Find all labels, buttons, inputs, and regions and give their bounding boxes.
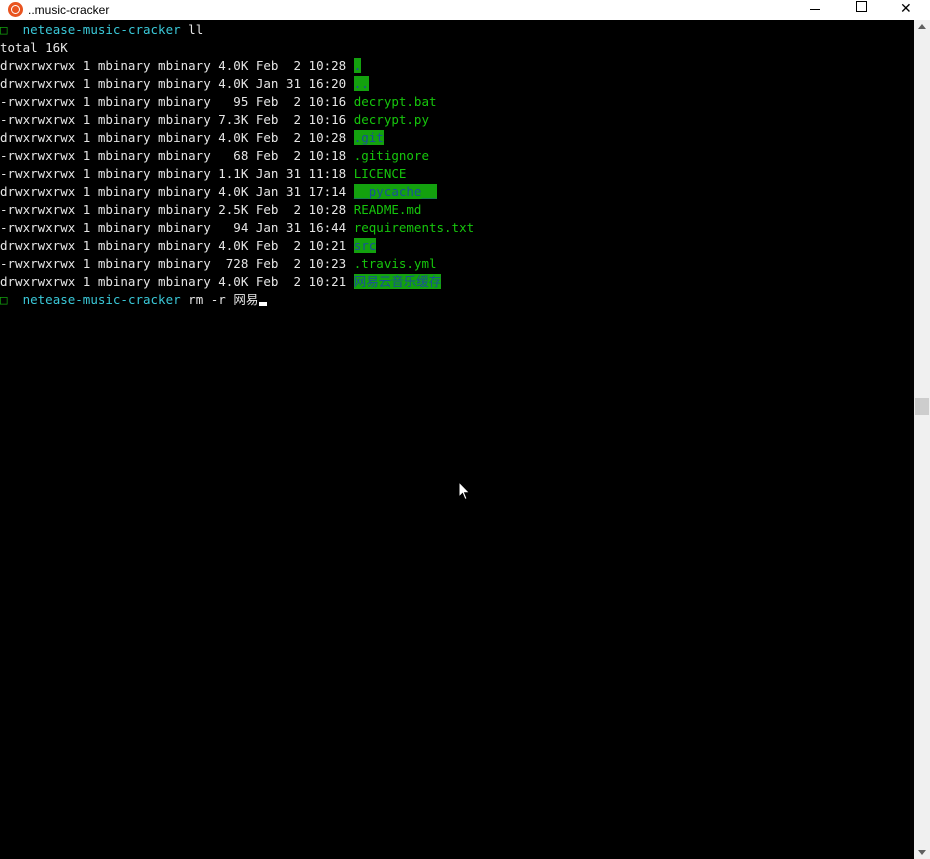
- file-name: requirements.txt: [353, 220, 475, 235]
- list-item: drwxrwxrwx 1 mbinary mbinary 4.0K Jan 31…: [0, 75, 369, 93]
- file-meta: -rwxrwxrwx 1 mbinary mbinary 95 Feb 2 10…: [0, 94, 347, 109]
- scroll-down-icon[interactable]: [918, 850, 926, 855]
- directory-name: .: [353, 58, 362, 73]
- scrollbar-thumb[interactable]: [915, 398, 929, 415]
- minimize-button[interactable]: [792, 0, 838, 20]
- file-name: LICENCE: [353, 166, 407, 181]
- close-icon: ✕: [900, 1, 912, 17]
- directory-name: 网易云音乐缓存: [353, 274, 442, 289]
- prompt-line[interactable]: □ netease-music-cracker rm -r 网易: [0, 291, 268, 309]
- ubuntu-icon[interactable]: [8, 2, 23, 17]
- total-line: total 16K: [0, 40, 68, 55]
- directory-name: __pycache__: [353, 184, 437, 199]
- list-item: drwxrwxrwx 1 mbinary mbinary 4.0K Feb 2 …: [0, 237, 377, 255]
- file-meta: drwxrwxrwx 1 mbinary mbinary 4.0K Feb 2 …: [0, 274, 347, 289]
- file-meta: -rwxrwxrwx 1 mbinary mbinary 728 Feb 2 1…: [0, 256, 347, 271]
- file-meta: -rwxrwxrwx 1 mbinary mbinary 68 Feb 2 10…: [0, 148, 347, 163]
- list-item: drwxrwxrwx 1 mbinary mbinary 4.0K Feb 2 …: [0, 57, 362, 75]
- file-meta: drwxrwxrwx 1 mbinary mbinary 4.0K Feb 2 …: [0, 238, 347, 253]
- file-meta: -rwxrwxrwx 1 mbinary mbinary 1.1K Jan 31…: [0, 166, 347, 181]
- maximize-icon: [856, 1, 867, 12]
- file-name: decrypt.bat: [353, 94, 437, 109]
- prompt-directory: netease-music-cracker: [22, 292, 181, 307]
- file-meta: drwxrwxrwx 1 mbinary mbinary 4.0K Feb 2 …: [0, 130, 347, 145]
- vertical-scrollbar[interactable]: [914, 20, 930, 859]
- maximize-button[interactable]: [838, 0, 884, 20]
- terminal-output[interactable]: □ netease-music-cracker ll total 16K drw…: [0, 20, 914, 859]
- command-input[interactable]: rm -r 网易: [188, 292, 258, 307]
- file-name: .travis.yml: [353, 256, 437, 271]
- file-meta: drwxrwxrwx 1 mbinary mbinary 4.0K Feb 2 …: [0, 58, 347, 73]
- prompt-symbol: □: [0, 22, 8, 37]
- file-meta: -rwxrwxrwx 1 mbinary mbinary 2.5K Feb 2 …: [0, 202, 347, 217]
- list-item: -rwxrwxrwx 1 mbinary mbinary 94 Jan 31 1…: [0, 219, 474, 237]
- file-name: decrypt.py: [353, 112, 429, 127]
- prompt-command: ll: [188, 22, 204, 37]
- file-meta: -rwxrwxrwx 1 mbinary mbinary 94 Jan 31 1…: [0, 220, 347, 235]
- list-item: -rwxrwxrwx 1 mbinary mbinary 68 Feb 2 10…: [0, 147, 429, 165]
- prompt-line: □ netease-music-cracker ll: [0, 21, 203, 39]
- list-item: -rwxrwxrwx 1 mbinary mbinary 728 Feb 2 1…: [0, 255, 437, 273]
- file-name: .gitignore: [353, 148, 429, 163]
- window-title: ..music-cracker: [28, 3, 110, 17]
- list-item: -rwxrwxrwx 1 mbinary mbinary 2.5K Feb 2 …: [0, 201, 421, 219]
- list-item: drwxrwxrwx 1 mbinary mbinary 4.0K Feb 2 …: [0, 129, 384, 147]
- file-name: README.md: [353, 202, 422, 217]
- mouse-pointer-icon: [458, 481, 471, 501]
- scroll-up-icon[interactable]: [918, 24, 926, 29]
- list-item: -rwxrwxrwx 1 mbinary mbinary 1.1K Jan 31…: [0, 165, 406, 183]
- minimize-icon: [810, 9, 820, 10]
- directory-name: .git: [353, 130, 384, 145]
- prompt-directory: netease-music-cracker: [22, 22, 181, 37]
- file-meta: drwxrwxrwx 1 mbinary mbinary 4.0K Jan 31…: [0, 184, 347, 199]
- prompt-symbol: □: [0, 292, 8, 307]
- list-item: -rwxrwxrwx 1 mbinary mbinary 7.3K Feb 2 …: [0, 111, 429, 129]
- directory-name: ..: [353, 76, 369, 91]
- list-item: drwxrwxrwx 1 mbinary mbinary 4.0K Jan 31…: [0, 183, 437, 201]
- close-button[interactable]: ✕: [884, 0, 930, 20]
- list-item: drwxrwxrwx 1 mbinary mbinary 4.0K Feb 2 …: [0, 273, 442, 291]
- list-item: -rwxrwxrwx 1 mbinary mbinary 95 Feb 2 10…: [0, 93, 437, 111]
- title-bar: ..music-cracker ✕: [0, 0, 930, 20]
- directory-name: src: [353, 238, 377, 253]
- file-meta: -rwxrwxrwx 1 mbinary mbinary 7.3K Feb 2 …: [0, 112, 347, 127]
- file-meta: drwxrwxrwx 1 mbinary mbinary 4.0K Jan 31…: [0, 76, 347, 91]
- text-cursor: [259, 302, 268, 306]
